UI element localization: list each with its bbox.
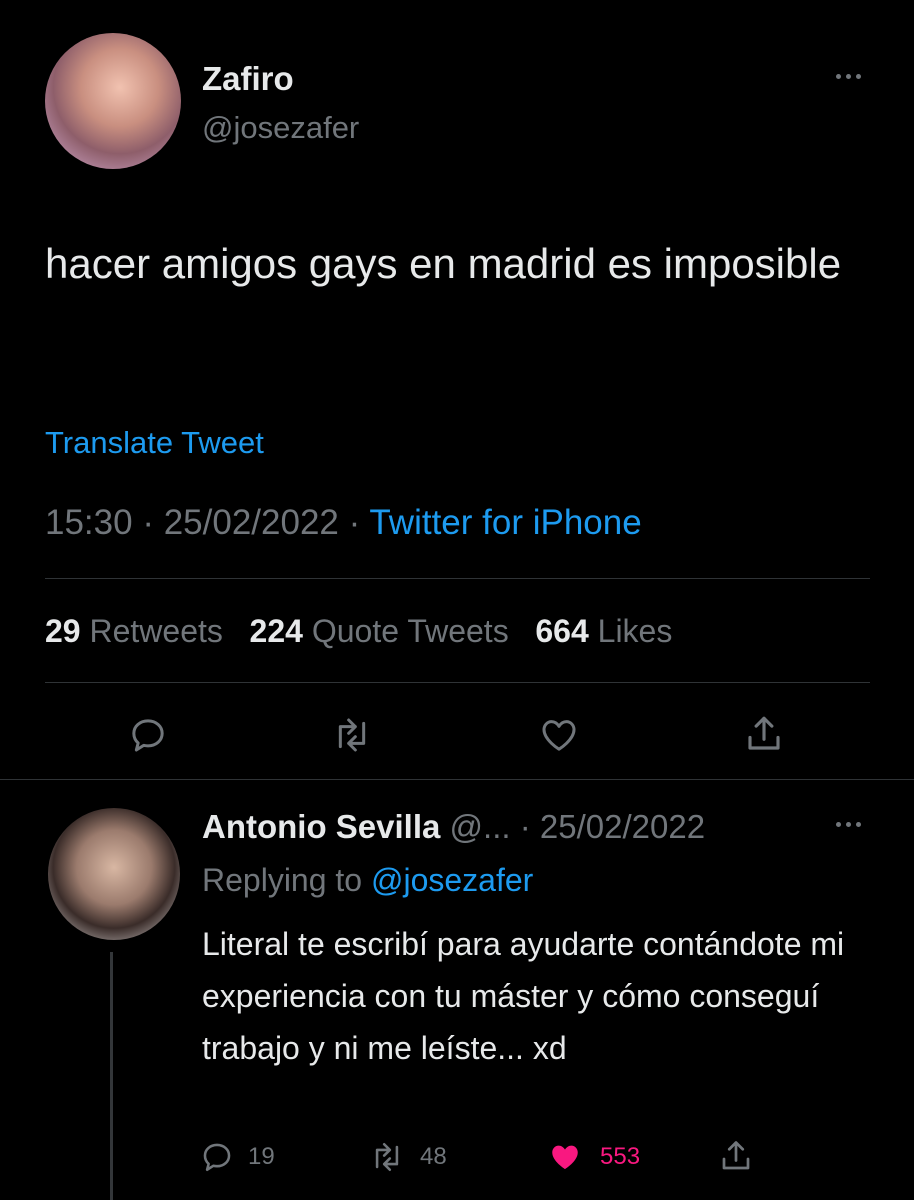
share-icon[interactable] — [743, 713, 785, 755]
tweet-stats: 29 Retweets 224 Quote Tweets 664 Likes — [45, 613, 672, 650]
more-icon[interactable] — [836, 822, 861, 827]
likes-count: 664 — [535, 613, 589, 649]
like-count: 553 — [600, 1143, 641, 1170]
reply-icon[interactable] — [128, 715, 168, 755]
like-icon — [546, 1140, 584, 1174]
like-icon[interactable] — [538, 715, 580, 755]
retweets-count: 29 — [45, 613, 81, 649]
divider — [45, 578, 870, 579]
timestamp-line: 15:30 · 25/02/2022 · Twitter for iPhone — [45, 503, 642, 543]
divider — [45, 682, 870, 683]
thread-line — [110, 952, 113, 1200]
reply-text: Literal te escribí para ayudarte contánd… — [202, 926, 845, 1066]
reply-like-action[interactable]: 553 — [546, 1140, 640, 1174]
divider — [0, 779, 914, 780]
tweet-source[interactable]: Twitter for iPhone — [369, 503, 641, 542]
separator: · — [338, 503, 370, 542]
likes-stat[interactable]: 664 Likes — [535, 613, 672, 649]
reply-author-name[interactable]: Antonio Sevilla — [202, 808, 440, 845]
replying-to: Replying to @josezafer — [202, 862, 533, 899]
retweet-icon — [368, 1140, 406, 1174]
reply-header: Antonio Sevilla @... · 25/02/2022 — [202, 808, 705, 846]
retweet-count: 48 — [420, 1143, 447, 1170]
author-name[interactable]: Zafiro — [202, 60, 294, 98]
separator: · — [510, 808, 540, 845]
reply-retweet-action[interactable]: 48 — [368, 1140, 447, 1174]
replying-prefix: Replying to — [202, 862, 363, 898]
tweet-date[interactable]: 25/02/2022 — [164, 503, 339, 542]
reply-author-avatar[interactable] — [48, 808, 180, 940]
reply-date[interactable]: 25/02/2022 — [540, 808, 705, 845]
more-icon[interactable] — [836, 74, 861, 79]
reply-icon — [200, 1140, 234, 1174]
retweets-stat[interactable]: 29 Retweets — [45, 613, 223, 649]
reply-count: 19 — [248, 1143, 275, 1170]
tweet-text: hacer amigos gays en madrid es imposible — [45, 240, 842, 287]
tweet-time: 15:30 — [45, 503, 133, 542]
likes-label: Likes — [597, 613, 673, 649]
author-avatar[interactable] — [45, 33, 181, 169]
retweet-icon[interactable] — [330, 715, 374, 755]
quotes-label: Quote Tweets — [311, 613, 509, 649]
reply-author-handle[interactable]: @... — [450, 808, 511, 845]
replying-handle[interactable]: @josezafer — [371, 862, 533, 898]
quotes-stat[interactable]: 224 Quote Tweets — [250, 613, 509, 649]
reply-reply-action[interactable]: 19 — [200, 1140, 275, 1174]
translate-tweet-link[interactable]: Translate Tweet — [45, 425, 264, 461]
author-handle[interactable]: @josezafer — [202, 110, 359, 146]
retweets-label: Retweets — [89, 613, 223, 649]
quotes-count: 224 — [249, 613, 303, 649]
share-icon[interactable] — [718, 1138, 754, 1174]
separator: · — [132, 503, 164, 542]
